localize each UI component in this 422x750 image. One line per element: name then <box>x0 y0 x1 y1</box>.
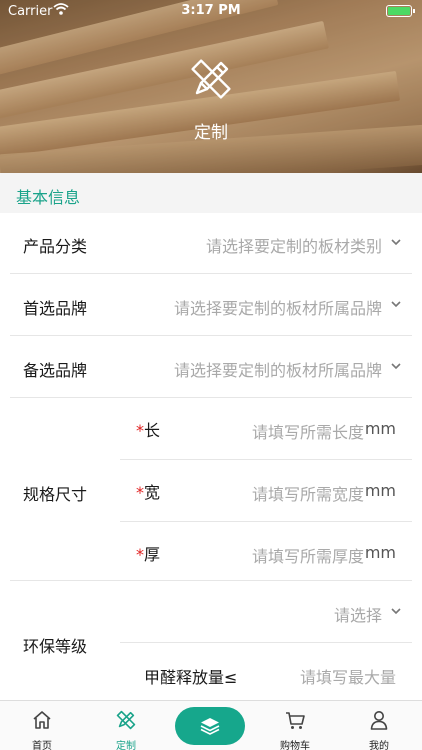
layers-icon <box>200 718 220 735</box>
length-field[interactable]: *长 请填写所需长度 mm <box>120 398 412 460</box>
width-label-text: 宽 <box>144 483 161 502</box>
length-unit: mm <box>364 419 396 438</box>
ruler-pencil-icon <box>191 59 231 99</box>
preferred-brand-select[interactable]: 首选品牌 请选择要定制的板材所属品牌 <box>10 275 412 336</box>
tab-bar: 首页 定制 购物车 我的 <box>0 700 422 750</box>
formaldehyde-label: 甲醛释放量≤ <box>144 668 238 687</box>
tab-custom[interactable]: 定制 <box>84 701 168 750</box>
tab-cart[interactable]: 购物车 <box>253 701 337 750</box>
tab-home-label: 首页 <box>32 741 52 750</box>
chevron-down-icon <box>391 239 401 246</box>
tab-custom-label: 定制 <box>116 741 136 750</box>
ruler-pencil-icon <box>116 710 136 730</box>
chevron-down-icon <box>391 363 401 370</box>
tab-home[interactable]: 首页 <box>0 701 84 750</box>
tab-cart-label: 购物车 <box>280 741 310 750</box>
chevron-down-icon <box>391 608 401 615</box>
category-select[interactable]: 产品分类 请选择要定制的板材类别 <box>10 213 412 274</box>
env-level-label: 环保等级 <box>23 637 88 656</box>
status-bar: Carrier 3:17 PM <box>0 0 422 22</box>
width-label: *宽 <box>136 479 160 503</box>
preferred-brand-placeholder: 请选择要定制的板材所属品牌 <box>173 299 382 318</box>
env-level-select[interactable]: 请选择 <box>120 581 412 643</box>
page-title: 定制 <box>194 123 228 143</box>
spec-label: 规格尺寸 <box>23 485 88 504</box>
home-icon <box>33 711 51 729</box>
backup-brand-placeholder: 请选择要定制的板材所属品牌 <box>173 361 382 380</box>
cart-icon <box>286 712 305 729</box>
formaldehyde-input[interactable]: 请填写最大量 <box>300 664 396 688</box>
chevron-down-icon <box>391 301 401 308</box>
category-placeholder: 请选择要定制的板材类别 <box>205 237 382 256</box>
required-star: * <box>136 483 144 502</box>
length-label-text: 长 <box>144 421 161 440</box>
backup-brand-select[interactable]: 备选品牌 请选择要定制的板材所属品牌 <box>10 337 412 398</box>
required-star: * <box>136 421 144 440</box>
backup-brand-label: 备选品牌 <box>23 361 88 380</box>
category-label: 产品分类 <box>23 237 88 256</box>
env-level-placeholder: 请选择 <box>333 606 382 625</box>
length-input[interactable]: 请填写所需长度 <box>252 419 364 443</box>
tab-center-button[interactable] <box>175 707 245 745</box>
header-banner: Carrier 3:17 PM 定制 <box>0 0 422 173</box>
formaldehyde-field[interactable]: 甲醛释放量≤ 请填写最大量 <box>120 643 412 699</box>
width-input[interactable]: 请填写所需宽度 <box>252 481 364 505</box>
section-header: 基本信息 <box>0 173 422 213</box>
battery-icon <box>386 5 415 17</box>
width-unit: mm <box>364 481 396 500</box>
length-label: *长 <box>136 417 160 441</box>
tab-mine[interactable]: 我的 <box>337 701 421 750</box>
thickness-field[interactable]: *厚 请填写所需厚度 mm <box>120 522 412 584</box>
tab-mine-label: 我的 <box>369 741 389 750</box>
status-time: 3:17 PM <box>181 3 241 18</box>
preferred-brand-label: 首选品牌 <box>23 299 88 318</box>
thickness-unit: mm <box>364 543 396 562</box>
thickness-label-text: 厚 <box>144 545 161 564</box>
width-field[interactable]: *宽 请填写所需宽度 mm <box>120 460 412 522</box>
section-title: 基本信息 <box>16 188 81 207</box>
thickness-input[interactable]: 请填写所需厚度 <box>252 543 364 567</box>
user-icon <box>370 711 388 730</box>
required-star: * <box>136 545 144 564</box>
thickness-label: *厚 <box>136 541 160 565</box>
